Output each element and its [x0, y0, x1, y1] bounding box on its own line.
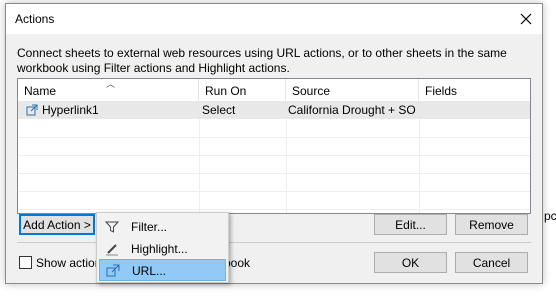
row-run-on: Select: [202, 103, 236, 117]
dialog-title: Actions: [15, 12, 55, 26]
remove-button[interactable]: Remove: [455, 214, 528, 235]
row-name: Hyperlink1: [42, 103, 99, 117]
table-row[interactable]: Hyperlink1 Select California Drought + S…: [18, 101, 530, 119]
column-header-run-on[interactable]: Run On: [199, 79, 286, 101]
link-icon: [106, 264, 120, 277]
highlight-icon: [106, 244, 118, 256]
add-action-menu: Filter... Highlight... URL...: [96, 212, 229, 283]
close-button[interactable]: [513, 6, 539, 32]
grid-line: [18, 191, 530, 192]
menu-item-url[interactable]: URL...: [99, 259, 226, 281]
sort-ascending-icon: ︿: [106, 79, 116, 89]
column-header-source[interactable]: Source: [286, 79, 419, 101]
grid-line: [18, 173, 530, 174]
external-link-icon: [26, 104, 38, 116]
title-bar[interactable]: Actions: [6, 4, 542, 34]
dialog-description: Connect sheets to external web resources…: [17, 46, 507, 75]
edit-button[interactable]: Edit...: [374, 214, 447, 235]
menu-item-filter[interactable]: Filter...: [99, 216, 226, 238]
cancel-button[interactable]: Cancel: [455, 252, 528, 273]
column-header-fields[interactable]: Fields: [419, 79, 530, 101]
column-header-name[interactable]: Name ︿: [18, 79, 199, 101]
ok-button[interactable]: OK: [374, 252, 447, 273]
actions-dialog: Actions Connect sheets to external web r…: [5, 3, 543, 284]
row-source: California Drought + SO...: [288, 103, 416, 117]
actions-list[interactable]: Name ︿ Run On Source Fields Hyperlink1 S…: [17, 78, 531, 214]
menu-item-highlight[interactable]: Highlight...: [99, 238, 226, 260]
filter-icon: [105, 221, 119, 233]
list-header: Name ︿ Run On Source Fields: [18, 79, 530, 101]
background-text: pc: [544, 209, 556, 223]
close-icon: [520, 13, 532, 25]
grid-line: [18, 155, 530, 156]
grid-line: [18, 209, 530, 210]
add-action-button[interactable]: Add Action >: [19, 214, 95, 235]
grid-line: [18, 137, 530, 138]
show-actions-checkbox[interactable]: [19, 256, 32, 269]
separator: [17, 242, 531, 243]
